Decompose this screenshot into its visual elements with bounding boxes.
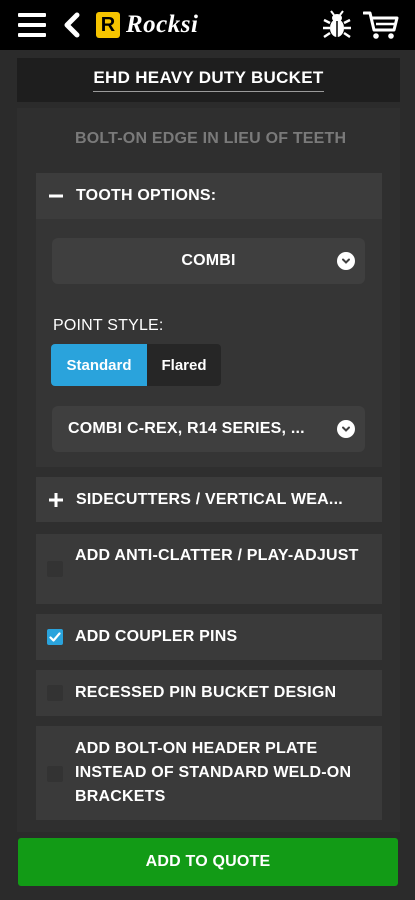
chevron-down-icon bbox=[337, 420, 355, 438]
anti-clatter-checkbox[interactable] bbox=[47, 561, 63, 577]
checkmark-icon bbox=[49, 632, 61, 642]
product-title[interactable]: EHD HEAVY DUTY BUCKET bbox=[93, 68, 324, 92]
tooth-system-value: COMBI bbox=[181, 252, 236, 269]
point-style-standard[interactable]: Standard bbox=[51, 344, 147, 386]
tooth-options-label: TOOTH OPTIONS: bbox=[76, 187, 217, 204]
product-header: EHD HEAVY DUTY BUCKET bbox=[17, 58, 400, 102]
recessed-pin-checkbox[interactable] bbox=[47, 685, 63, 701]
plus-icon bbox=[36, 492, 76, 508]
sidecutters-label: SIDECUTTERS / VERTICAL WEA... bbox=[76, 490, 343, 508]
header-plate-option[interactable]: ADD BOLT-ON HEADER PLATE INSTEAD OF STAN… bbox=[36, 726, 382, 820]
recessed-pin-label: RECESSED PIN BUCKET DESIGN bbox=[75, 684, 337, 701]
chevron-down-icon bbox=[337, 252, 355, 270]
header-plate-label: ADD BOLT-ON HEADER PLATE INSTEAD OF STAN… bbox=[75, 740, 352, 805]
menu-icon[interactable] bbox=[18, 13, 46, 37]
tooth-series-value: COMBI C-REX, R14 SERIES, ... bbox=[68, 420, 305, 437]
add-to-quote-button[interactable]: ADD TO QUOTE bbox=[18, 838, 398, 886]
anti-clatter-label: ADD ANTI-CLATTER / PLAY-ADJUST bbox=[75, 547, 359, 564]
recessed-pin-option[interactable]: RECESSED PIN BUCKET DESIGN bbox=[36, 670, 382, 716]
tooth-options-toggle[interactable]: TOOTH OPTIONS: bbox=[36, 173, 382, 219]
coupler-pins-checkbox[interactable] bbox=[47, 629, 63, 645]
cart-icon[interactable] bbox=[363, 10, 399, 40]
bug-icon[interactable] bbox=[322, 10, 352, 40]
point-style-flared[interactable]: Flared bbox=[147, 344, 221, 386]
top-navigation-bar: R Rocksi bbox=[0, 0, 415, 50]
minus-icon bbox=[36, 188, 76, 204]
logo-text: Rocksi bbox=[126, 11, 199, 38]
header-plate-checkbox[interactable] bbox=[47, 766, 63, 782]
coupler-pins-option[interactable]: ADD COUPLER PINS bbox=[36, 614, 382, 660]
logo-mark: R bbox=[96, 12, 120, 38]
sidecutters-toggle[interactable]: SIDECUTTERS / VERTICAL WEA... bbox=[36, 477, 382, 522]
tooth-system-select[interactable]: COMBI bbox=[52, 238, 365, 284]
back-icon[interactable] bbox=[60, 12, 84, 38]
rocksi-logo[interactable]: R Rocksi bbox=[96, 11, 198, 39]
anti-clatter-option[interactable]: ADD ANTI-CLATTER / PLAY-ADJUST bbox=[36, 534, 382, 604]
coupler-pins-label: ADD COUPLER PINS bbox=[75, 628, 238, 645]
point-style-label: POINT STYLE: bbox=[53, 317, 164, 334]
tooth-series-select[interactable]: COMBI C-REX, R14 SERIES, ... bbox=[52, 406, 365, 452]
bolt-on-edge-option[interactable]: BOLT-ON EDGE IN LIEU OF TEETH bbox=[75, 130, 346, 148]
